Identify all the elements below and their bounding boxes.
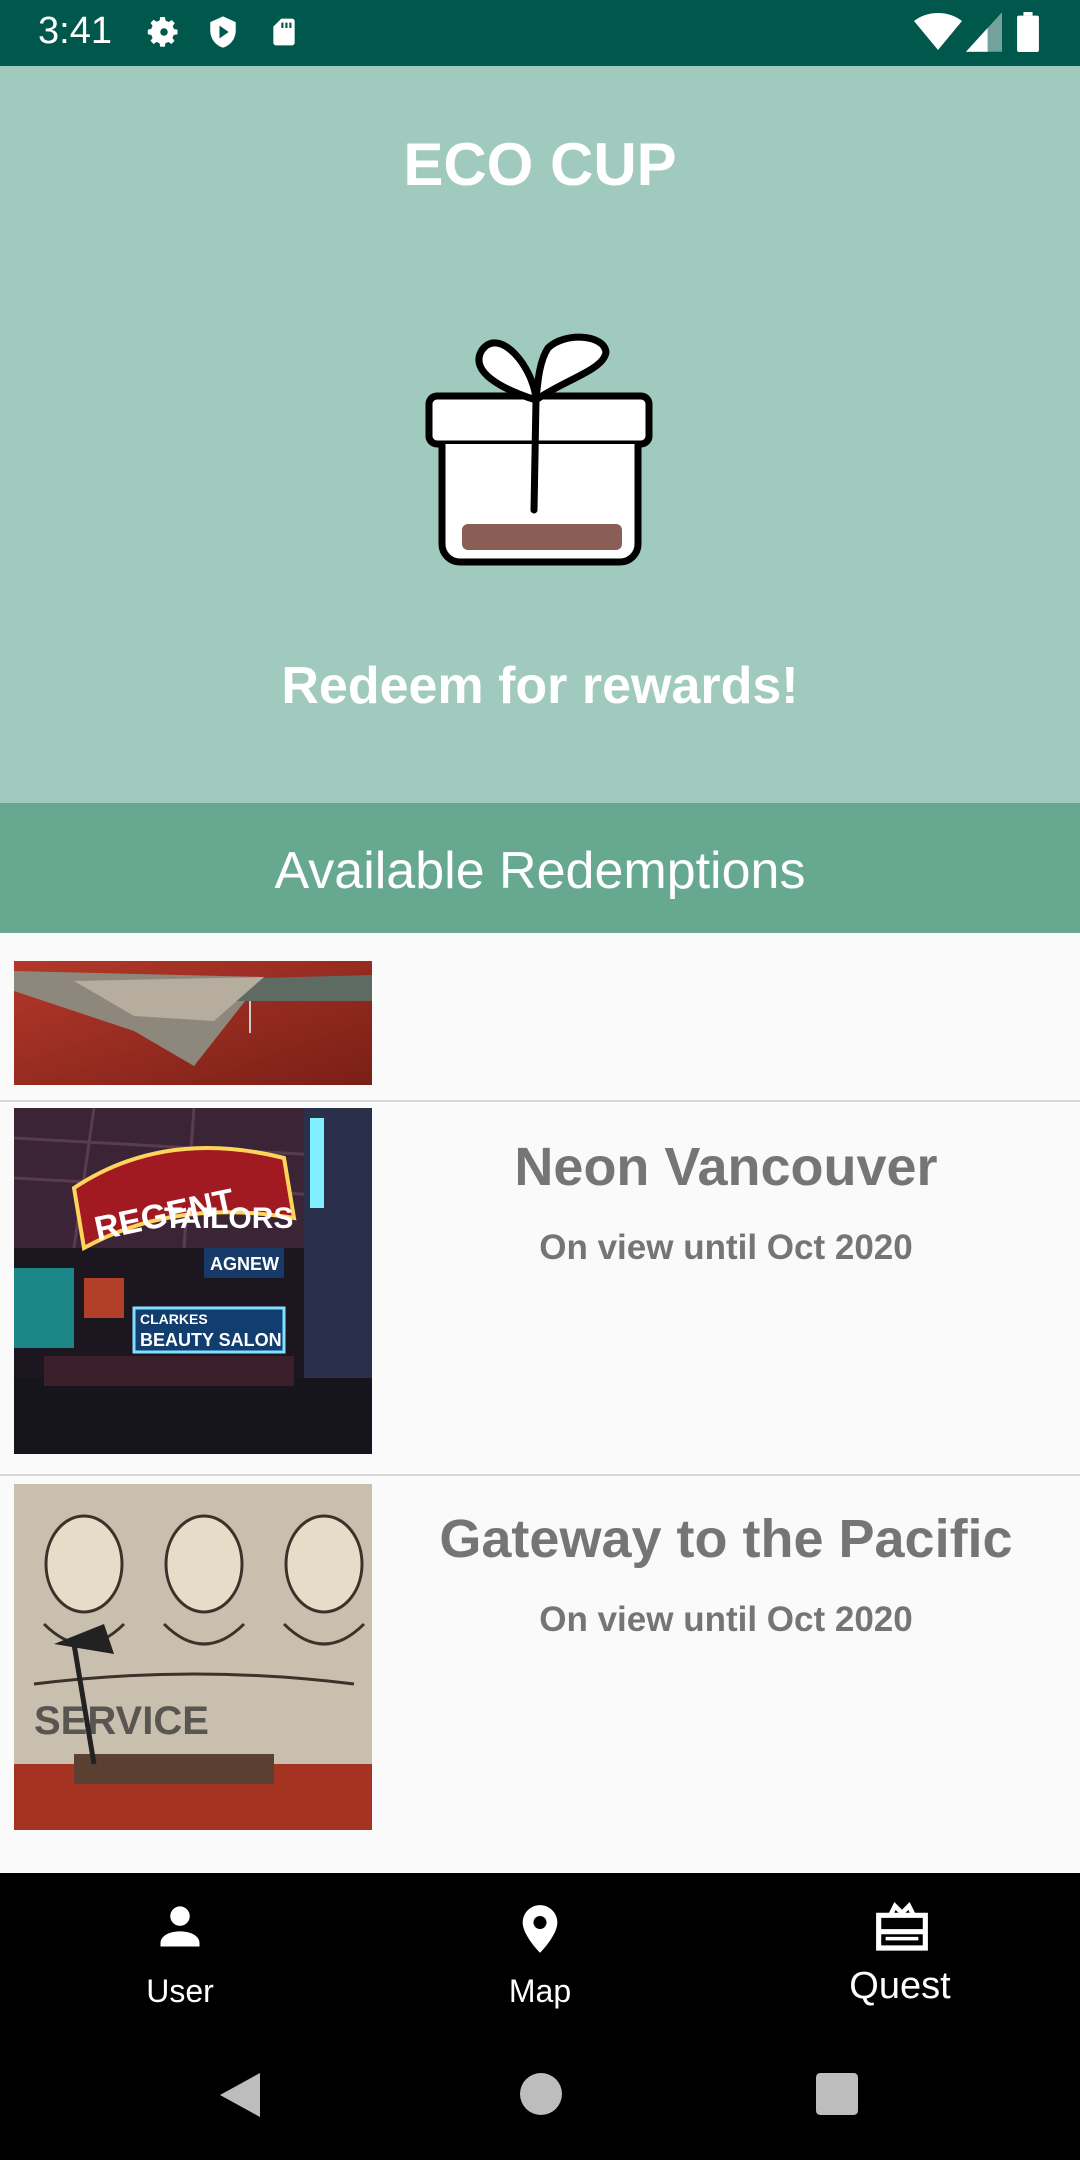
- back-icon[interactable]: [218, 2071, 262, 2119]
- bottom-navigation: User Map Quest: [0, 1873, 1080, 2023]
- rewards-header: ECO CUP Redeem for rewards!: [0, 66, 1080, 803]
- nav-item-map[interactable]: Map: [360, 1873, 720, 2023]
- battery-icon: [1017, 12, 1039, 52]
- section-header: Available Redemptions: [0, 803, 1080, 933]
- redemption-image: SERVICE: [14, 1484, 372, 1830]
- list-item[interactable]: SERVICE Gateway to the Pacific On view u…: [0, 1476, 1080, 1873]
- nav-item-quest[interactable]: Quest: [720, 1873, 1080, 2023]
- gift-box-icon: [425, 333, 653, 566]
- svg-text:BEAUTY SALON: BEAUTY SALON: [140, 1330, 282, 1350]
- cellular-signal-icon: [966, 12, 1002, 52]
- redemption-image: REGENT TAILORS AGNEW CLARKES BEAUTY SALO…: [14, 1108, 372, 1454]
- nav-item-user[interactable]: User: [0, 1873, 360, 2023]
- recents-icon[interactable]: [816, 2073, 858, 2115]
- redemptions-list[interactable]: REGENT TAILORS AGNEW CLARKES BEAUTY SALO…: [0, 933, 1080, 1873]
- person-icon: [160, 1906, 200, 1947]
- shield-icon: [210, 16, 236, 48]
- map-pin-icon: [522, 1905, 558, 1953]
- system-navigation-bar: [0, 2023, 1080, 2160]
- nav-label-user: User: [146, 1973, 214, 2009]
- gift-card-icon: [876, 1902, 928, 1951]
- list-item[interactable]: REGENT TAILORS AGNEW CLARKES BEAUTY SALO…: [0, 1102, 1080, 1477]
- home-icon[interactable]: [520, 2073, 562, 2115]
- svg-text:SERVICE: SERVICE: [34, 1699, 209, 1743]
- redemption-title: Neon Vancouver: [514, 1137, 938, 1197]
- status-bar: 3:41: [0, 0, 1080, 66]
- app-title: ECO CUP: [403, 131, 677, 198]
- nav-label-map: Map: [508, 1973, 572, 2009]
- svg-text:AGNEW: AGNEW: [210, 1254, 279, 1274]
- nav-label-quest: Quest: [849, 1965, 951, 2007]
- settings-icon: [147, 17, 178, 47]
- status-time: 3:41: [38, 10, 112, 52]
- redemption-title: Gateway to the Pacific: [439, 1509, 1013, 1569]
- svg-text:TAILORS: TAILORS: [164, 1202, 293, 1235]
- redeem-caption: Redeem for rewards!: [281, 657, 799, 715]
- wifi-icon: [914, 13, 962, 50]
- redemption-subtitle: On view until Oct 2020: [539, 1600, 913, 1639]
- section-title: Available Redemptions: [274, 842, 806, 900]
- svg-text:CLARKES: CLARKES: [140, 1311, 208, 1327]
- redemption-subtitle: On view until Oct 2020: [539, 1228, 913, 1267]
- sd-card-icon: [273, 18, 295, 46]
- redemption-image: [14, 961, 372, 1085]
- list-item[interactable]: [0, 933, 1080, 1103]
